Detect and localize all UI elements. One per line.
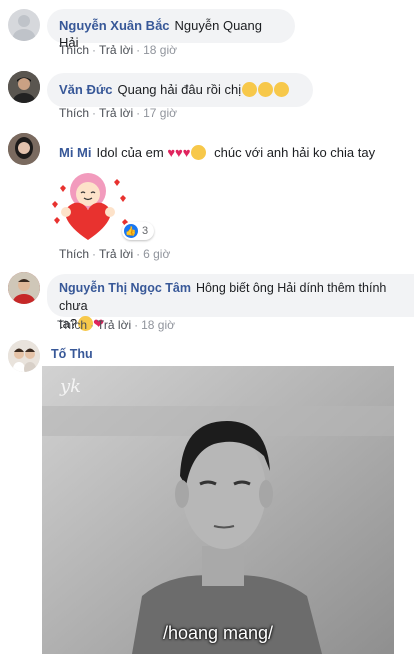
user-photo-icon bbox=[8, 71, 40, 103]
photo-caption: /hoang mang/ bbox=[162, 623, 274, 643]
wink-emoji-icon bbox=[191, 145, 207, 160]
comment-photo[interactable]: yk /hoang mang/ bbox=[42, 366, 394, 654]
comment-time[interactable]: 17 giờ bbox=[143, 106, 177, 120]
comment-actions: Thích · Trả lời · 18 giờ bbox=[57, 318, 175, 332]
comment-text: Idol của em bbox=[96, 145, 164, 160]
comment-bubble: Nguyễn Xuân Bắc Nguyễn Quang Hải bbox=[47, 9, 295, 50]
comment-actions: Thích · Trả lời · 6 giờ bbox=[59, 247, 171, 261]
like-link[interactable]: Thích bbox=[59, 106, 89, 120]
comment-text: Quang hải đâu rồi chị bbox=[117, 82, 242, 97]
comment-text: chúc với anh hải ko chia tay bbox=[214, 145, 376, 160]
comment-time[interactable]: 18 giờ bbox=[141, 318, 175, 332]
comment-author[interactable]: Văn Đức bbox=[59, 82, 113, 97]
avatar[interactable] bbox=[8, 340, 40, 372]
user-photo-icon bbox=[8, 133, 40, 165]
love-sticker[interactable] bbox=[48, 168, 128, 246]
svg-text:yk: yk bbox=[59, 376, 81, 397]
comment-author[interactable]: Tố Thu bbox=[51, 347, 93, 361]
comment-bubble: Nguyễn Thị Ngọc Tâm Hông biết ông Hải dín… bbox=[47, 274, 414, 331]
love-face-emoji-icon: ♥ bbox=[167, 145, 176, 160]
reaction-count-label: 3 bbox=[142, 225, 149, 237]
user-photo-icon bbox=[8, 272, 40, 304]
like-link[interactable]: Thích bbox=[59, 247, 89, 261]
reply-link[interactable]: Trả lời bbox=[99, 43, 133, 57]
grin-emoji-icon bbox=[274, 82, 290, 97]
avatar[interactable] bbox=[8, 133, 40, 165]
like-link[interactable]: Thích bbox=[59, 43, 89, 57]
avatar[interactable] bbox=[8, 71, 40, 103]
avatar[interactable] bbox=[8, 272, 40, 304]
reaction-count[interactable]: 👍 3 bbox=[122, 222, 155, 240]
love-face-emoji-icon: ♥ bbox=[175, 145, 183, 160]
reply-link[interactable]: Trả lời bbox=[99, 247, 133, 261]
grin-emoji-icon bbox=[242, 82, 258, 97]
comment-actions: Thích · Trả lời · 17 giờ bbox=[59, 106, 177, 120]
like-link[interactable]: Thích bbox=[57, 318, 87, 332]
like-reaction-icon: 👍 bbox=[124, 224, 138, 238]
default-avatar-icon bbox=[13, 15, 35, 41]
reply-link[interactable]: Trả lời bbox=[97, 318, 131, 332]
comment-time[interactable]: 18 giờ bbox=[143, 43, 177, 57]
reply-link[interactable]: Trả lời bbox=[99, 106, 133, 120]
comment-actions: Thích · Trả lời · 18 giờ bbox=[59, 43, 177, 57]
person-photo-icon: yk bbox=[42, 366, 394, 654]
avatar[interactable] bbox=[8, 9, 40, 41]
comment-author[interactable]: Nguyễn Thị Ngọc Tâm bbox=[59, 281, 191, 295]
comment-bubble: Văn Đức Quang hải đâu rồi chị bbox=[47, 73, 313, 107]
comment-author[interactable]: Mi Mi bbox=[59, 145, 92, 160]
heart-girl-sticker-icon bbox=[52, 173, 128, 240]
grin-emoji-icon bbox=[258, 82, 274, 97]
comment-time[interactable]: 6 giờ bbox=[143, 247, 170, 261]
user-photo-icon bbox=[8, 340, 40, 372]
comment-author[interactable]: Nguyễn Xuân Bắc bbox=[59, 18, 170, 33]
heart-eyes-emoji-icon: ♥ bbox=[182, 145, 191, 160]
comment-bubble: Mi Mi Idol của em ♥♥♥ chúc với anh hải ko… bbox=[47, 136, 414, 166]
